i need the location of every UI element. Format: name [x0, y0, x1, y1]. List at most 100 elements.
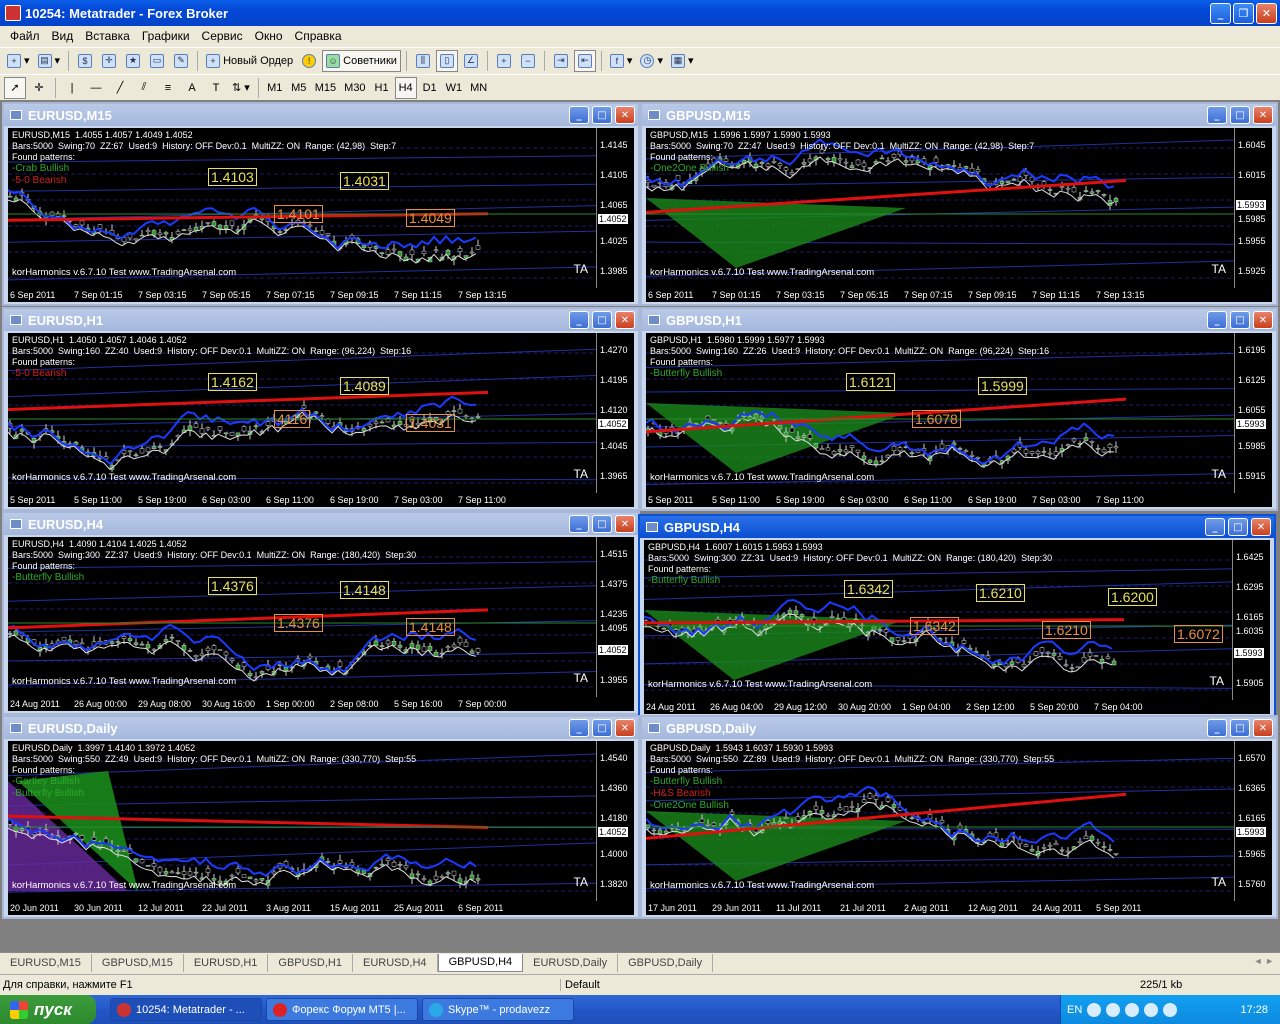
chart-titlebar[interactable]: GBPUSD,H1 _ □ ✕ — [642, 309, 1276, 331]
chart-tab[interactable]: EURUSD,H4 — [353, 953, 438, 972]
chart-titlebar[interactable]: EURUSD,Daily _ □ ✕ — [4, 717, 638, 739]
chart-tab[interactable]: GBPUSD,H4 — [437, 953, 524, 972]
label-tool[interactable]: T — [205, 77, 227, 99]
vertical-line-tool[interactable]: | — [61, 77, 83, 99]
chart-close-button[interactable]: ✕ — [1253, 106, 1273, 124]
tray-skype-icon[interactable] — [1106, 1002, 1121, 1017]
chart-maximize-button[interactable]: □ — [1230, 106, 1250, 124]
indicators-button[interactable]: f ▾ — [607, 50, 636, 72]
tf-m15[interactable]: M15 — [312, 77, 339, 99]
chart-maximize-button[interactable]: □ — [592, 719, 612, 737]
chart-shift-button[interactable]: ⇤ — [573, 49, 596, 72]
chart-plot-area[interactable]: GBPUSD,M15 1.5996 1.5997 1.5990 1.5993 B… — [646, 128, 1272, 302]
arrows-tool[interactable]: ⇅ ▾ — [229, 77, 253, 99]
task-skype[interactable]: Skype™ - prodavezz — [422, 998, 574, 1021]
crosshair-tool[interactable]: ✛ — [28, 77, 50, 99]
chart-close-button[interactable]: ✕ — [615, 719, 635, 737]
chart-plot-area[interactable]: EURUSD,Daily 1.3997 1.4140 1.3972 1.4052… — [8, 741, 634, 915]
strategy-tester-button[interactable]: ✎ — [170, 50, 192, 72]
chart-minimize-button[interactable]: _ — [1205, 518, 1225, 536]
tf-m5[interactable]: M5 — [288, 77, 310, 99]
chart-maximize-button[interactable]: □ — [1230, 311, 1250, 329]
menu-help[interactable]: Справка — [289, 29, 348, 43]
chart-close-button[interactable]: ✕ — [1253, 719, 1273, 737]
cursor-tool[interactable]: ➚ — [4, 76, 26, 99]
chart-maximize-button[interactable]: □ — [592, 515, 612, 533]
chart-titlebar[interactable]: GBPUSD,Daily _ □ ✕ — [642, 717, 1276, 739]
autoscroll-button[interactable]: ⇥ — [550, 50, 572, 72]
zoom-out-button[interactable]: − — [517, 50, 539, 72]
menu-file[interactable]: Файл — [4, 29, 46, 43]
chart-minimize-button[interactable]: _ — [569, 311, 589, 329]
profiles-button[interactable]: ▤ ▾ — [35, 50, 64, 72]
chart-titlebar[interactable]: EURUSD,H4 _ □ ✕ — [4, 513, 638, 535]
zoom-in-button[interactable]: + — [493, 50, 515, 72]
chart-window-eurusd-m15[interactable]: EURUSD,M15 _ □ ✕ EURUSD,M15 1.4055 1.4057 … — [2, 102, 640, 306]
experts-button[interactable]: ☺ Советники — [322, 49, 401, 72]
candlestick-button[interactable]: ▯ — [435, 49, 458, 72]
start-button[interactable]: пуск — [0, 995, 96, 1024]
tf-h1[interactable]: H1 — [371, 77, 393, 99]
chart-minimize-button[interactable]: _ — [569, 515, 589, 533]
chart-tab[interactable]: GBPUSD,Daily — [618, 953, 714, 972]
chart-tab[interactable]: EURUSD,M15 — [0, 953, 92, 972]
chart-plot-area[interactable]: EURUSD,M15 1.4055 1.4057 1.4049 1.4052 B… — [8, 128, 634, 302]
chart-maximize-button[interactable]: □ — [592, 106, 612, 124]
chart-titlebar[interactable]: GBPUSD,M15 _ □ ✕ — [642, 104, 1276, 126]
tf-h4[interactable]: H4 — [394, 76, 417, 99]
tf-mn[interactable]: MN — [467, 77, 490, 99]
chart-plot-area[interactable]: GBPUSD,H1 1.5980 1.5999 1.5977 1.5993 Ba… — [646, 333, 1272, 507]
menu-tools[interactable]: Сервис — [196, 29, 249, 43]
metaeditor-button[interactable]: ! — [298, 50, 320, 72]
chart-minimize-button[interactable]: _ — [1207, 719, 1227, 737]
data-window-button[interactable]: ✛ — [98, 50, 120, 72]
chart-titlebar[interactable]: EURUSD,M15 _ □ ✕ — [4, 104, 638, 126]
minimize-button[interactable]: _ — [1210, 3, 1231, 24]
new-chart-button[interactable]: + ▾ — [4, 50, 33, 72]
menu-window[interactable]: Окно — [249, 29, 289, 43]
task-metatrader[interactable]: 10254: Metatrader - ... — [110, 998, 262, 1021]
tray-network-icon[interactable] — [1125, 1002, 1140, 1017]
tray-security-icon[interactable] — [1144, 1002, 1159, 1017]
tray-arrow-icon[interactable] — [1087, 1002, 1102, 1017]
chart-window-eurusd-h1[interactable]: EURUSD,H1 _ □ ✕ EURUSD,H1 1.4050 1.4057 1.… — [2, 307, 640, 511]
chart-window-gbpusd-daily[interactable]: GBPUSD,Daily _ □ ✕ GBPUSD,Daily 1.5943 1.6… — [640, 715, 1278, 919]
chart-close-button[interactable]: ✕ — [615, 106, 635, 124]
chart-close-button[interactable]: ✕ — [1251, 518, 1271, 536]
chart-minimize-button[interactable]: _ — [569, 106, 589, 124]
channel-tool[interactable]: ⫽ — [133, 77, 155, 99]
chart-close-button[interactable]: ✕ — [615, 515, 635, 533]
chart-plot-area[interactable]: GBPUSD,H4 1.6007 1.6015 1.5953 1.5993 Ba… — [644, 540, 1270, 714]
line-chart-button[interactable]: ∠ — [460, 50, 482, 72]
chart-window-gbpusd-h1[interactable]: GBPUSD,H1 _ □ ✕ GBPUSD,H1 1.5980 1.5999 1.… — [640, 307, 1278, 511]
chart-window-gbpusd-m15[interactable]: GBPUSD,M15 _ □ ✕ GBPUSD,M15 1.5996 1.5997 … — [640, 102, 1278, 306]
chart-tab[interactable]: EURUSD,Daily — [523, 953, 619, 972]
chart-close-button[interactable]: ✕ — [615, 311, 635, 329]
fibonacci-tool[interactable]: ≡ — [157, 77, 179, 99]
language-indicator[interactable]: EN — [1067, 1004, 1082, 1016]
chart-plot-area[interactable]: EURUSD,H1 1.4050 1.4057 1.4046 1.4052 Ba… — [8, 333, 634, 507]
menu-charts[interactable]: Графики — [136, 29, 196, 43]
task-opera[interactable]: Форекс Форум MT5 |... — [266, 998, 418, 1021]
chart-maximize-button[interactable]: □ — [1228, 518, 1248, 536]
chart-maximize-button[interactable]: □ — [592, 311, 612, 329]
tab-scroll-arrows[interactable]: ◄ ► — [1254, 956, 1274, 966]
chart-titlebar[interactable]: GBPUSD,H4 _ □ ✕ — [640, 516, 1274, 538]
chart-maximize-button[interactable]: □ — [1230, 719, 1250, 737]
chart-plot-area[interactable]: GBPUSD,Daily 1.5943 1.6037 1.5930 1.5993… — [646, 741, 1272, 915]
chart-plot-area[interactable]: EURUSD,H4 1.4090 1.4104 1.4025 1.4052 Ba… — [8, 537, 634, 711]
maximize-button[interactable]: ❐ — [1233, 3, 1254, 24]
close-button[interactable]: ✕ — [1256, 3, 1277, 24]
chart-close-button[interactable]: ✕ — [1253, 311, 1273, 329]
tf-m1[interactable]: M1 — [264, 77, 286, 99]
chart-minimize-button[interactable]: _ — [569, 719, 589, 737]
tf-d1[interactable]: D1 — [419, 77, 441, 99]
menu-insert[interactable]: Вставка — [79, 29, 136, 43]
tf-w1[interactable]: W1 — [443, 77, 466, 99]
chart-window-gbpusd-h4[interactable]: GBPUSD,H4 _ □ ✕ GBPUSD,H4 1.6007 1.6015 1.… — [638, 514, 1276, 718]
chart-tab[interactable]: GBPUSD,H1 — [268, 953, 353, 972]
bar-chart-button[interactable]: ⫼ — [412, 50, 434, 72]
text-tool[interactable]: A — [181, 77, 203, 99]
tf-m30[interactable]: M30 — [341, 77, 368, 99]
chart-titlebar[interactable]: EURUSD,H1 _ □ ✕ — [4, 309, 638, 331]
